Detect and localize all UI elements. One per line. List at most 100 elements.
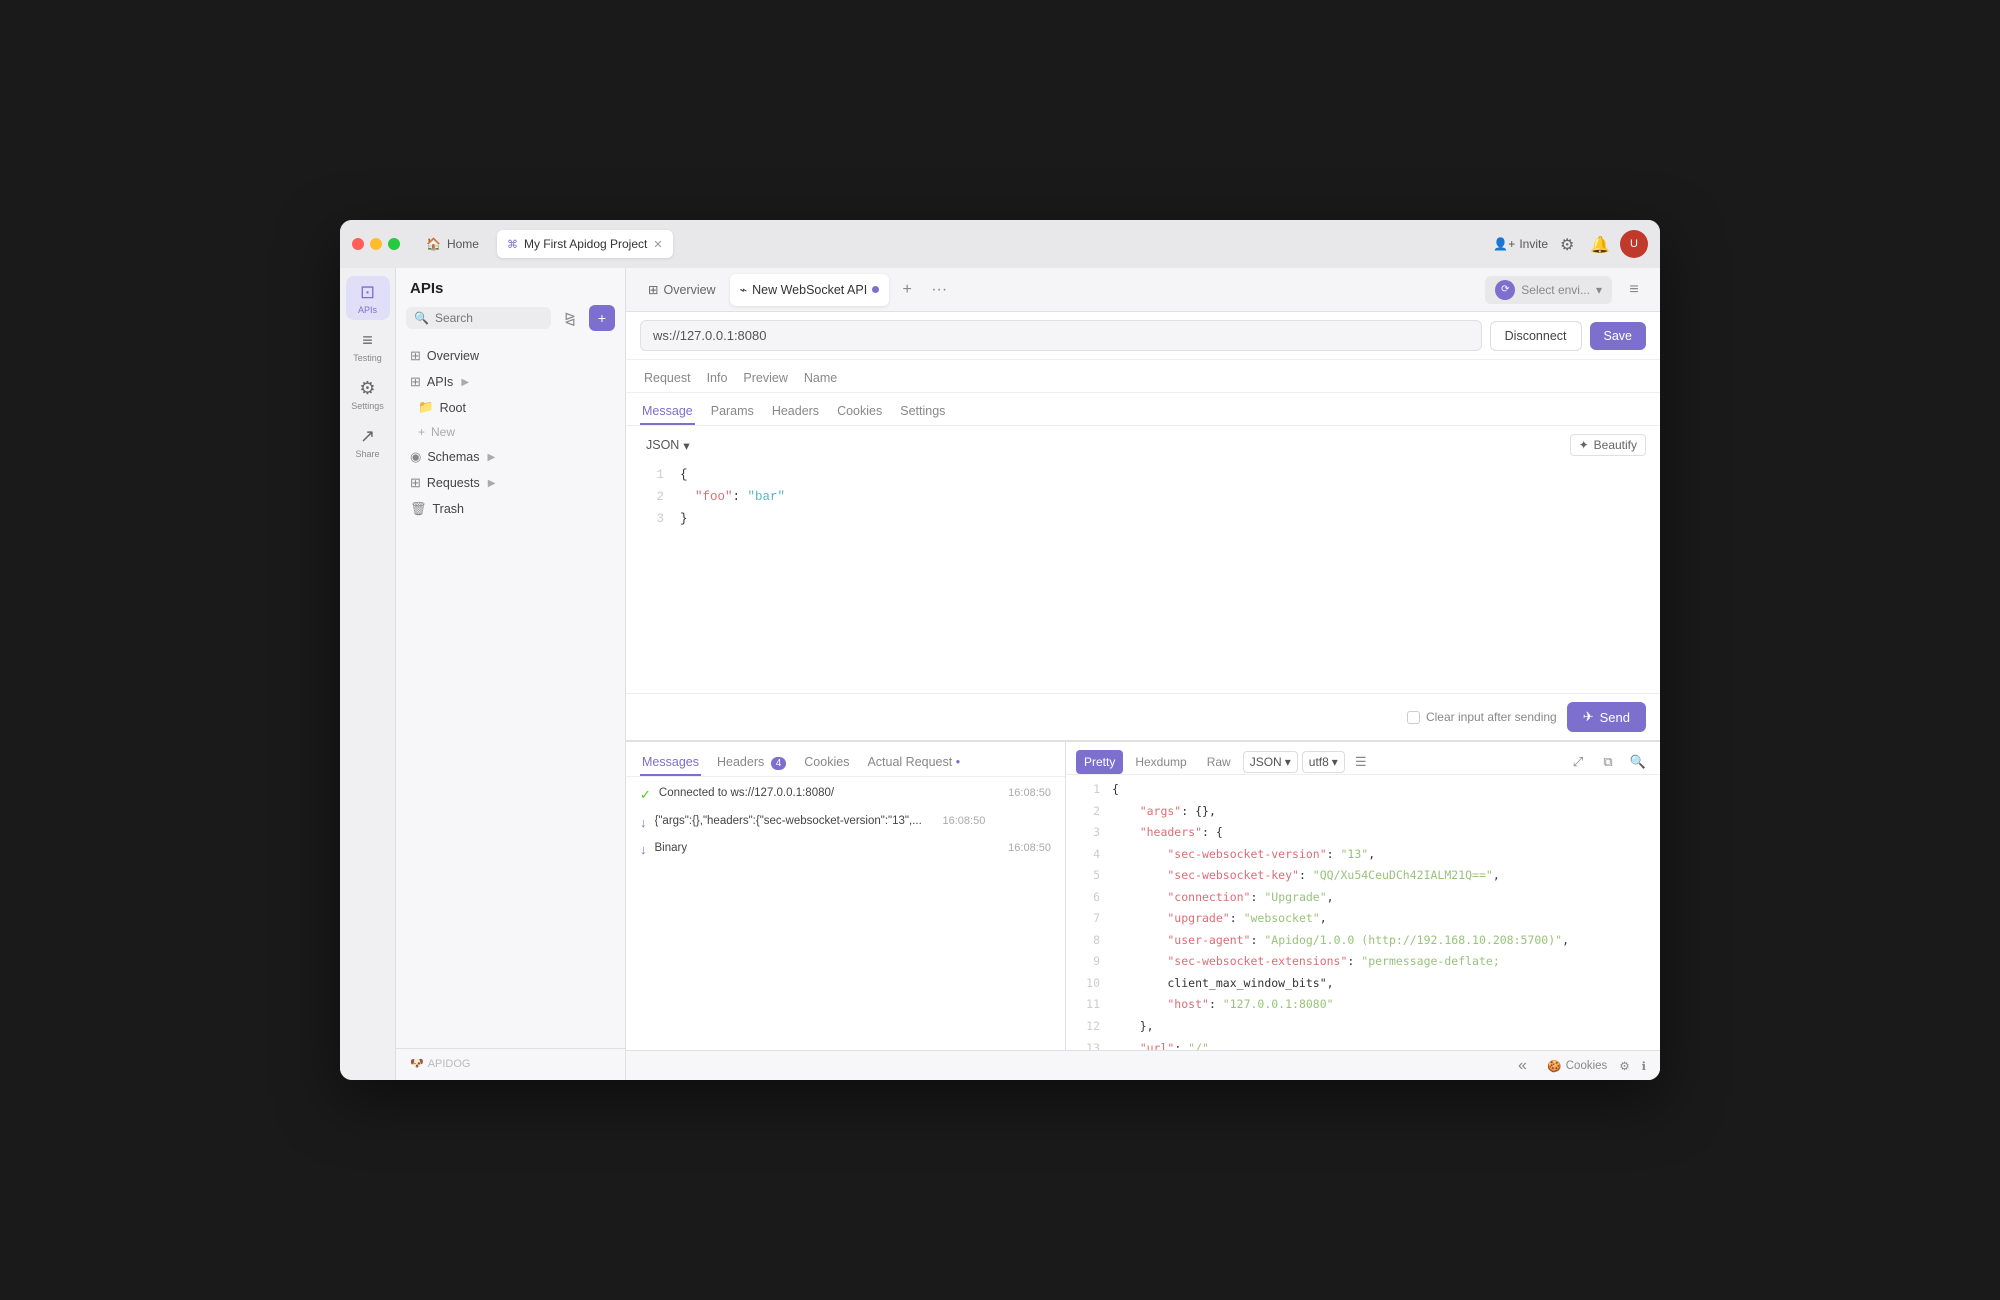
msg-tab-message[interactable]: Message xyxy=(640,399,695,425)
msg-tab-cookies[interactable]: Cookies xyxy=(835,399,884,425)
expand-icon[interactable]: ⤢ xyxy=(1566,750,1590,774)
code-editor[interactable]: 1 { 2 "foo": "bar" 3 } xyxy=(626,464,1660,694)
grid-icon: ⊞ xyxy=(648,282,658,297)
save-button[interactable]: Save xyxy=(1590,322,1647,350)
chevron-down-icon: ▾ xyxy=(1285,755,1291,769)
app-window: 🏠 Home ⌘ My First Apidog Project ✕ 👤+ In… xyxy=(340,220,1660,1080)
requests-arrow: ▶ xyxy=(488,478,496,489)
env-selector[interactable]: ⟳ Select envi... ▾ xyxy=(1485,276,1612,304)
sidebar-nav-apis[interactable]: ⊞ APIs ▶ xyxy=(402,369,619,395)
pin-icon: ⌘ xyxy=(507,238,518,251)
filter-button[interactable]: ⧎ xyxy=(557,305,583,331)
resp-tab-pretty[interactable]: Pretty xyxy=(1076,750,1123,774)
code-line-1: 1 { xyxy=(626,464,1660,486)
gear-icon[interactable]: ⚙ xyxy=(1560,235,1578,253)
editor-area: JSON ▾ ✦ Beautify 1 { 2 xyxy=(626,426,1660,740)
search-input-wrap: 🔍 xyxy=(406,307,551,329)
user-avatar[interactable]: U xyxy=(1620,230,1648,258)
icon-bar: ⊡ APIs ≡ Testing ⚙ Settings ↗ Share xyxy=(340,268,396,1080)
msg-tab-headers[interactable]: Headers xyxy=(770,399,821,425)
disconnect-button[interactable]: Disconnect xyxy=(1490,321,1582,351)
home-tab[interactable]: 🏠 Home xyxy=(416,230,489,258)
titlebar-right: 👤+ Invite ⚙ 🔔 U xyxy=(1493,230,1648,258)
sidebar-item-share[interactable]: ↗ Share xyxy=(346,420,390,464)
sidebar-nav-overview[interactable]: ⊞ Overview xyxy=(402,343,619,369)
share-icon: ↗ xyxy=(360,426,375,447)
sidebar-header: APIs xyxy=(396,268,625,305)
info-footer-icon: ℹ xyxy=(1642,1059,1646,1073)
beautify-button[interactable]: ✦ Beautify xyxy=(1570,434,1646,456)
cookies-button[interactable]: 🍪 Cookies xyxy=(1547,1059,1607,1073)
unsaved-dot xyxy=(872,286,879,293)
sidebar-nav-requests[interactable]: ⊞ Requests ▶ xyxy=(402,470,619,496)
resp-line-1: 1 { xyxy=(1066,779,1660,801)
close-button[interactable] xyxy=(352,238,364,250)
bottom-tab-messages[interactable]: Messages xyxy=(640,750,701,776)
format-list-icon[interactable]: ☰ xyxy=(1349,750,1373,774)
settings-footer-icon: ⚙ xyxy=(1619,1059,1629,1073)
copy-icon[interactable]: ⧉ xyxy=(1596,750,1620,774)
msg-tab-settings[interactable]: Settings xyxy=(898,399,947,425)
minimize-button[interactable] xyxy=(370,238,382,250)
tab-new-ws[interactable]: ⌁ New WebSocket API xyxy=(730,274,890,306)
msg-tab-params[interactable]: Params xyxy=(709,399,756,425)
main-area: ⊡ APIs ≡ Testing ⚙ Settings ↗ Share APIs xyxy=(340,268,1660,1080)
req-tab-request[interactable]: Request xyxy=(640,366,695,392)
bottom-tab-actual-request[interactable]: Actual Request • xyxy=(865,750,962,776)
tab-overview-label: Overview xyxy=(663,283,715,297)
tab-new-ws-label: New WebSocket API xyxy=(752,283,867,297)
bell-icon[interactable]: 🔔 xyxy=(1590,235,1608,253)
invite-button[interactable]: 👤+ Invite xyxy=(1493,237,1548,251)
message-item-connected[interactable]: ✓ Connected to ws://127.0.0.1:8080/ 16:0… xyxy=(626,781,1065,809)
bottom-tab-cookies[interactable]: Cookies xyxy=(802,750,851,776)
resp-format-select[interactable]: JSON ▾ xyxy=(1243,751,1298,773)
sidebar-item-testing[interactable]: ≡ Testing xyxy=(346,324,390,368)
format-selector[interactable]: JSON ▾ xyxy=(640,435,696,456)
message-tabs: Message Params Headers Cookies Settings xyxy=(626,393,1660,426)
send-button[interactable]: ✈ Send xyxy=(1567,702,1646,732)
req-tab-preview[interactable]: Preview xyxy=(739,366,791,392)
collapse-sidebar-button[interactable]: « xyxy=(1509,1053,1535,1079)
apis-icon: ⊡ xyxy=(360,282,375,303)
content-area: ⊞ Overview ⌁ New WebSocket API + ··· ⟳ S… xyxy=(626,268,1660,1080)
sidebar-nav-schemas[interactable]: ◉ Schemas ▶ xyxy=(402,444,619,470)
more-options-button[interactable]: ≡ xyxy=(1620,276,1648,304)
sidebar-nav-trash[interactable]: 🗑 Trash xyxy=(402,496,619,522)
send-icon: ✈ xyxy=(1583,709,1594,725)
resp-encoding-select[interactable]: utf8 ▾ xyxy=(1302,751,1345,773)
search-response-icon[interactable]: 🔍 xyxy=(1626,750,1650,774)
add-tab-button[interactable]: + xyxy=(893,276,921,304)
clear-checkbox[interactable] xyxy=(1407,711,1420,724)
sidebar-nav-root[interactable]: 📁 Root xyxy=(410,395,619,420)
cookie-icon: 🍪 xyxy=(1547,1059,1561,1073)
project-tab[interactable]: ⌘ My First Apidog Project ✕ xyxy=(497,230,673,258)
add-button[interactable]: + xyxy=(589,305,615,331)
project-tab-close[interactable]: ✕ xyxy=(653,238,662,251)
resp-tab-raw[interactable]: Raw xyxy=(1199,750,1239,774)
code-line-3: 3 } xyxy=(626,508,1660,530)
maximize-button[interactable] xyxy=(388,238,400,250)
search-input[interactable] xyxy=(435,311,543,325)
trash-icon: 🗑 xyxy=(410,501,427,517)
url-input[interactable] xyxy=(640,320,1482,351)
new-item-button[interactable]: + New xyxy=(410,420,619,444)
req-tab-info[interactable]: Info xyxy=(703,366,732,392)
footer-icon-2[interactable]: ℹ xyxy=(1642,1059,1646,1073)
sidebar-item-settings[interactable]: ⚙ Settings xyxy=(346,372,390,416)
message-item-incoming[interactable]: ↓ {"args":{},"headers":{"sec-websocket-v… xyxy=(626,809,1065,836)
bottom-tab-headers[interactable]: Headers 4 xyxy=(715,750,788,776)
more-tabs-button[interactable]: ··· xyxy=(925,276,953,304)
footer-icon-1[interactable]: ⚙ xyxy=(1619,1059,1629,1073)
message-item-binary[interactable]: ↓ Binary 16:08:50 xyxy=(626,836,1065,863)
tab-overview[interactable]: ⊞ Overview xyxy=(638,274,726,306)
resp-line-8: 8 "user-agent": "Apidog/1.0.0 (http://19… xyxy=(1066,930,1660,952)
sidebar-item-apis[interactable]: ⊡ APIs xyxy=(346,276,390,320)
url-bar: Disconnect Save xyxy=(626,312,1660,360)
ws-icon: ⌁ xyxy=(740,282,748,297)
requests-icon: ⊞ xyxy=(410,475,421,491)
schemas-arrow: ▶ xyxy=(487,452,495,463)
resp-line-13: 13 "url": "/" xyxy=(1066,1038,1660,1050)
sidebar-nav: ⊞ Overview ⊞ APIs ▶ 📁 Root + New ◉ xyxy=(396,339,625,1048)
resp-tab-hexdump[interactable]: Hexdump xyxy=(1127,750,1194,774)
req-tab-name[interactable]: Name xyxy=(800,366,841,392)
